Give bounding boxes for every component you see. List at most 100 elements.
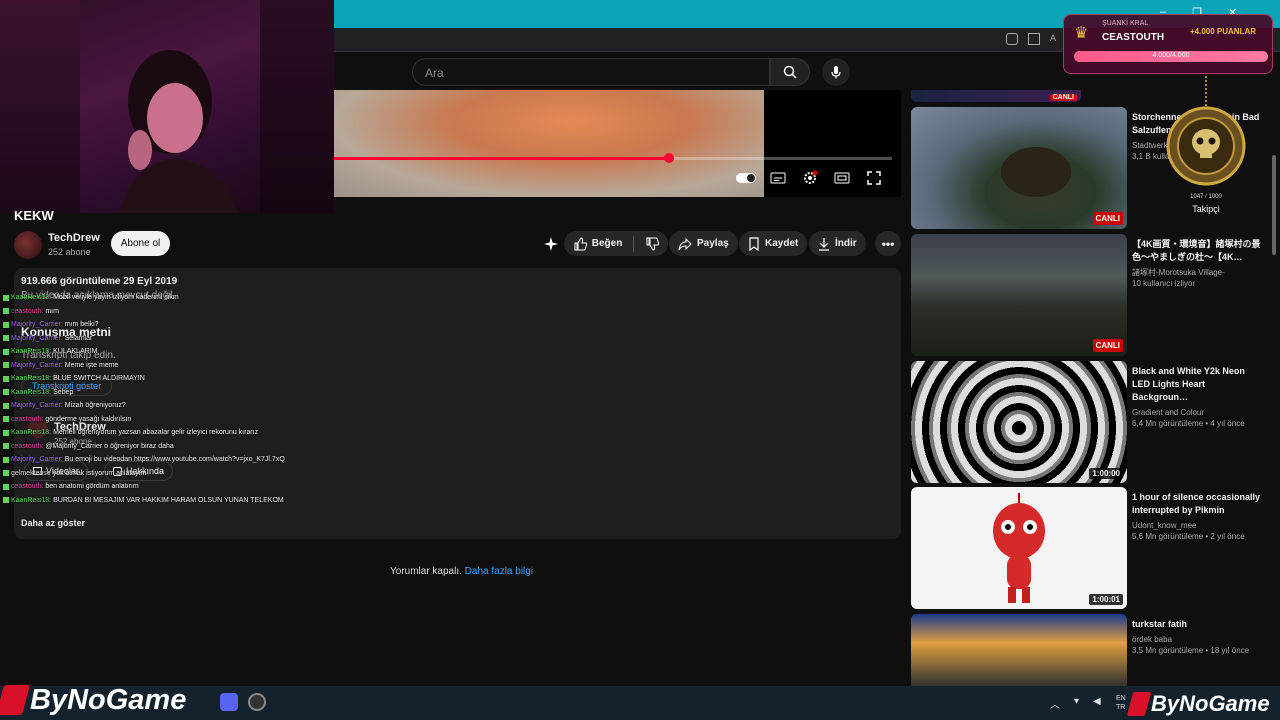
chat-username: Majority_Carrier:: [11, 456, 63, 463]
chat-badge-icon: [3, 470, 9, 476]
crown-icon: ♛: [1074, 25, 1089, 42]
rec-info: 1 hour of silence occasionally interrupt…: [1132, 491, 1262, 542]
search-input[interactable]: Ara: [412, 58, 770, 86]
obs-icon[interactable]: [248, 693, 266, 711]
thumbs-up-icon[interactable]: [573, 236, 587, 251]
browser-extension-icons: A: [1006, 33, 1062, 45]
like-label[interactable]: Beğen: [592, 238, 623, 249]
recommendation-item[interactable]: CANLI 【4K画質・環境音】諸塚村の景色～やましぎの杜～【4K… 諸塚村-M…: [911, 234, 1271, 356]
rec-info: Black and White Y2k Neon LED Lights Hear…: [1132, 365, 1262, 429]
king-bar-text: 4.000/4.000: [1152, 52, 1190, 59]
rec-title[interactable]: 1 hour of silence occasionally interrupt…: [1132, 491, 1262, 517]
rec-channel: ördek baba: [1132, 635, 1173, 644]
show-less-button[interactable]: Daha az göster: [21, 518, 85, 528]
discord-icon[interactable]: [220, 693, 238, 711]
chat-username: KaanReis18:: [11, 348, 52, 355]
video-player[interactable]: [334, 90, 901, 197]
rec-thumbnail[interactable]: [911, 614, 1127, 686]
chat-message: ceastouth: @Majority_Carrier o öğreniyor …: [3, 443, 174, 450]
rec-stats: 6,4 Mn görüntüleme • 4 yıl önce: [1132, 419, 1245, 428]
volume-icon[interactable]: ◀: [1093, 696, 1101, 711]
recommendation-thumbnail-partial[interactable]: CANLI: [911, 90, 1081, 102]
extension-icon[interactable]: [1006, 33, 1018, 45]
chat-username: KaanReis18:: [11, 294, 52, 301]
rec-title[interactable]: 【4K画質・環境音】諸塚村の景色～やましぎの杜～【4K…: [1132, 238, 1262, 264]
chat-text: yok olmak istiyorum anlatayım: [52, 469, 147, 477]
rec-channel: Gradient and Colour: [1132, 408, 1205, 417]
player-controls: [732, 166, 888, 190]
chat-text: mım: [45, 307, 59, 315]
chat-message: Majority_Carrier: Meme işte meme: [3, 362, 118, 369]
save-button[interactable]: Kaydet: [739, 231, 808, 256]
voice-search-button[interactable]: [822, 58, 850, 86]
recommendation-item[interactable]: 1:00:01 1 hour of silence occasionally i…: [911, 487, 1271, 609]
fullscreen-icon[interactable]: [860, 166, 888, 190]
channel-avatar[interactable]: [14, 231, 42, 259]
rec-thumbnail[interactable]: CANLI: [911, 234, 1127, 356]
subtitles-icon[interactable]: [764, 166, 792, 190]
chat-text: Mobil veriyle yayın izliyom kaderimi sik…: [53, 294, 179, 301]
wifi-icon[interactable]: ▾: [1074, 696, 1079, 711]
sparkle-icon[interactable]: [543, 236, 559, 252]
thumbs-down-icon[interactable]: [645, 237, 660, 251]
recommendation-item[interactable]: turkstar fatih ördek baba 3,5 Mn görüntü…: [911, 614, 1271, 686]
chat-text: ben anatomi gördüm anlatırım: [45, 483, 139, 490]
tray-chevron-icon[interactable]: ︿: [1050, 696, 1060, 711]
bynogame-logo-left: ByNoGame: [0, 680, 200, 720]
chat-message: ceastouth: mım: [3, 308, 59, 315]
chat-message: Majority_Carrier: mım belki?: [3, 321, 99, 328]
lang-line-2: TR: [1116, 704, 1126, 711]
subscribe-button[interactable]: Abone ol: [111, 231, 170, 256]
chat-username: gelmektense: [11, 469, 51, 477]
settings-gear-icon[interactable]: [796, 166, 824, 190]
pikmin-figure: [993, 493, 1045, 603]
rec-info: turkstar fatih ördek baba 3,5 Mn görüntü…: [1132, 618, 1262, 656]
rec-title[interactable]: turkstar fatih: [1132, 618, 1262, 631]
webcam-background: [260, 0, 334, 213]
chat-text: BLUE SWITCH ALDIRMAYIN: [53, 375, 145, 382]
rec-stats: 3,5 Mn görüntüleme • 18 yıl önce: [1132, 646, 1250, 655]
autoplay-toggle[interactable]: [732, 166, 760, 190]
chat-username: KaanReis18:: [11, 429, 52, 436]
chat-badge-icon: [3, 375, 9, 382]
chat-badge-icon: [3, 497, 9, 503]
translate-icon[interactable]: A: [1050, 33, 1062, 45]
progress-scrubber[interactable]: [664, 153, 674, 163]
rec-thumbnail[interactable]: 1:00:00: [911, 361, 1127, 483]
language-indicator[interactable]: EN TR: [1116, 694, 1126, 712]
scrollbar-thumb[interactable]: [1272, 155, 1276, 255]
channel-name[interactable]: TechDrew: [48, 232, 100, 244]
live-badge: CANLI: [1092, 339, 1123, 352]
rec-title[interactable]: Black and White Y2k Neon LED Lights Hear…: [1132, 365, 1262, 404]
chat-username: KaanReis18:: [11, 388, 52, 396]
chat-badge-icon: [3, 429, 9, 436]
share-button[interactable]: Paylaş: [669, 231, 738, 256]
grid-icon[interactable]: [1028, 33, 1040, 45]
live-badge: CANLI: [1049, 94, 1077, 101]
channel-subscriber-count: 252 abone: [48, 247, 91, 257]
theater-mode-icon[interactable]: [828, 166, 856, 190]
chat-badge-icon: [3, 402, 9, 409]
live-badge: CANLI: [1092, 212, 1123, 225]
rec-thumbnail[interactable]: CANLI: [911, 107, 1127, 229]
search-button[interactable]: [770, 58, 810, 86]
more-actions-button[interactable]: •••: [875, 231, 901, 256]
chat-username: Majority_Carrier:: [11, 361, 63, 369]
comments-disabled-notice: Yorumlar kapalı. Daha fazla bilgi: [390, 566, 533, 577]
chat-message: KaanReis18: Mobil veriyle yayın izliyom k…: [3, 294, 179, 301]
chat-message: KaanReis18: KULAKLARIM: [3, 348, 97, 355]
chat-badge-icon: [3, 308, 9, 314]
share-icon: [678, 237, 692, 250]
recommendation-item[interactable]: 1:00:00 Black and White Y2k Neon LED Lig…: [911, 361, 1271, 483]
chat-badge-icon: [3, 416, 9, 422]
download-button[interactable]: İndir: [809, 231, 866, 256]
microphone-icon: [831, 66, 841, 79]
chat-text: Meme işte meme: [64, 361, 119, 369]
rec-thumbnail[interactable]: 1:00:01: [911, 487, 1127, 609]
chat-username: Majority_Carrier:: [11, 334, 63, 342]
rec-channel: Udont_know_mee: [1132, 521, 1197, 530]
chat-text: Memeli öğreniyorum yazsan abazalar gelir…: [53, 429, 259, 436]
like-dislike-group: Beğen: [564, 231, 668, 256]
view-stats: 919.666 görüntüleme 29 Eyl 2019: [21, 276, 178, 287]
learn-more-link[interactable]: Daha fazla bilgi: [465, 566, 533, 577]
